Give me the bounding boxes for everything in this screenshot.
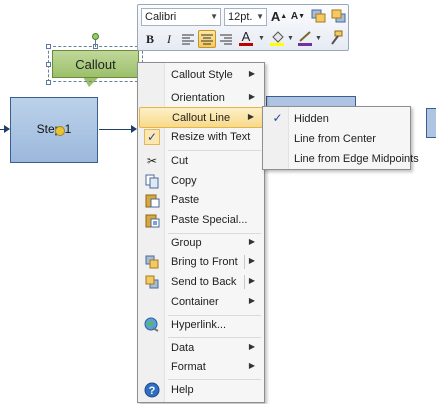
menu-item-orientation[interactable]: Orientation ▶ [139,88,263,109]
menu-item-label: Container [171,296,219,308]
font-size-combo[interactable]: 12pt. ▼ [224,8,267,26]
menu-item-label: Data [171,342,195,354]
menu-item-send-to-back[interactable]: Send to Back ▶ [139,272,263,293]
submenu-item-label: Hidden [294,113,329,125]
font-color-button[interactable]: A [237,29,255,47]
context-menu: Callout Style ▶ Orientation ▶ Callout Li… [137,62,265,403]
font-name-combo[interactable]: Calibri ▼ [141,8,221,26]
check-icon: ✓ [272,111,283,125]
resize-handle-nw[interactable] [46,44,51,49]
menu-item-label: Callout Style [171,69,233,81]
menu-item-label: Callout Line [172,112,231,124]
send-backward-icon[interactable] [329,8,347,26]
shrink-font-icon[interactable]: A▼ [289,8,307,26]
process-shape-label: Step 1 [36,122,72,136]
align-right-icon[interactable] [217,30,235,48]
align-left-icon[interactable] [179,30,197,48]
menu-item-label: Cut [171,155,189,167]
rotation-handle[interactable] [92,33,99,40]
split-divider [244,255,245,269]
chevron-down-icon[interactable]: ▼ [315,35,322,42]
menu-item-group[interactable]: Group ▶ [139,233,263,254]
menu-item-label: Help [171,384,194,396]
bring-forward-icon[interactable] [309,8,327,26]
chevron-down-icon[interactable]: ▼ [258,35,265,42]
chevron-down-icon: ▼ [210,12,218,21]
svg-text:?: ? [149,385,156,397]
submenu-arrow-icon: ▶ [248,361,255,370]
selection-box [48,46,143,82]
cut-icon: ✂ [146,154,158,168]
rotation-stem [95,39,96,47]
font-size-value: 12pt. [228,11,253,23]
menu-item-help[interactable]: ? Help [139,380,263,401]
hyperlink-icon [144,317,160,333]
split-divider [244,275,245,289]
menu-item-paste-special[interactable]: Paste Special... [139,210,263,231]
submenu-arrow-icon: ▶ [248,276,255,285]
resize-handle-w[interactable] [46,62,51,67]
menu-item-copy[interactable]: Copy [139,171,263,192]
menu-item-cut[interactable]: ✂ Cut [139,151,263,172]
copy-icon [144,173,160,189]
submenu-item-line-from-edge-midpoints[interactable]: Line from Edge Midpoints [264,149,419,169]
menu-item-label: Orientation [171,92,225,104]
send-back-icon [144,274,160,290]
paste-icon [144,192,160,208]
menu-item-label: Paste [171,194,200,206]
menu-item-label: Group [171,237,202,249]
menu-item-callout-line[interactable]: Callout Line ▶ [139,107,263,128]
font-name-value: Calibri [145,11,177,23]
format-painter-icon[interactable] [327,30,345,48]
submenu-item-label: Line from Edge Midpoints [294,153,419,165]
resize-handle-sw[interactable] [46,80,51,85]
submenu-arrow-icon: ▶ [248,237,255,246]
menu-item-hyperlink[interactable]: Hyperlink... [139,315,263,336]
menu-item-label: Hyperlink... [171,319,227,331]
menu-item-format[interactable]: Format ▶ [139,357,263,378]
italic-button[interactable]: I [160,30,178,48]
menu-item-label: Copy [171,175,197,187]
menu-item-resize-with-text[interactable]: ✓ Resize with Text [139,127,263,148]
submenu-arrow-icon: ▶ [248,92,255,101]
submenu-arrow-icon: ▶ [248,342,255,351]
submenu-arrow-icon: ▶ [248,69,255,78]
menu-item-label: Paste Special... [171,214,248,226]
help-icon: ? [144,382,160,398]
paste-special-icon [144,212,160,228]
bring-front-icon [144,254,160,270]
check-icon: ✓ [144,129,160,145]
menu-item-bring-to-front[interactable]: Bring to Front ▶ [139,252,263,273]
submenu-item-line-from-center[interactable]: Line from Center [264,129,409,149]
menu-item-paste[interactable]: Paste [139,190,263,211]
font-color-swatch [239,43,253,46]
chevron-down-icon: ▼ [256,12,264,21]
grow-font-icon[interactable]: A▲ [270,8,288,26]
bold-button[interactable]: B [141,30,159,48]
submenu-arrow-icon: ▶ [248,296,255,305]
menu-item-data[interactable]: Data ▶ [139,338,263,359]
line-color-icon[interactable] [296,30,314,48]
process-shape[interactable]: Step 1 [10,97,98,163]
fill-bucket-icon[interactable] [268,30,286,48]
chevron-down-icon[interactable]: ▼ [287,35,294,42]
submenu-item-hidden[interactable]: ✓ Hidden [264,109,409,129]
submenu-item-label: Line from Center [294,133,376,145]
submenu-arrow-icon: ▶ [248,256,255,265]
callout-line-submenu: ✓ Hidden Line from Center Line from Edge… [262,106,419,170]
menu-item-callout-style[interactable]: Callout Style ▶ [139,65,263,86]
menu-item-label: Bring to Front [171,256,238,268]
partial-shape-right[interactable] [426,108,436,138]
menu-item-label: Format [171,361,206,373]
menu-item-label: Resize with Text [171,131,251,143]
align-center-button[interactable] [198,30,216,48]
menu-item-label: Send to Back [171,276,237,288]
text-cursor-marker [55,126,65,136]
connector-line[interactable] [99,129,135,130]
menu-item-container[interactable]: Container ▶ [139,292,263,313]
mini-toolbar: Calibri ▼ 12pt. ▼ A▲ A▼ B I A ▼ ▼ ▼ [137,4,349,51]
submenu-arrow-icon: ▶ [247,112,254,121]
